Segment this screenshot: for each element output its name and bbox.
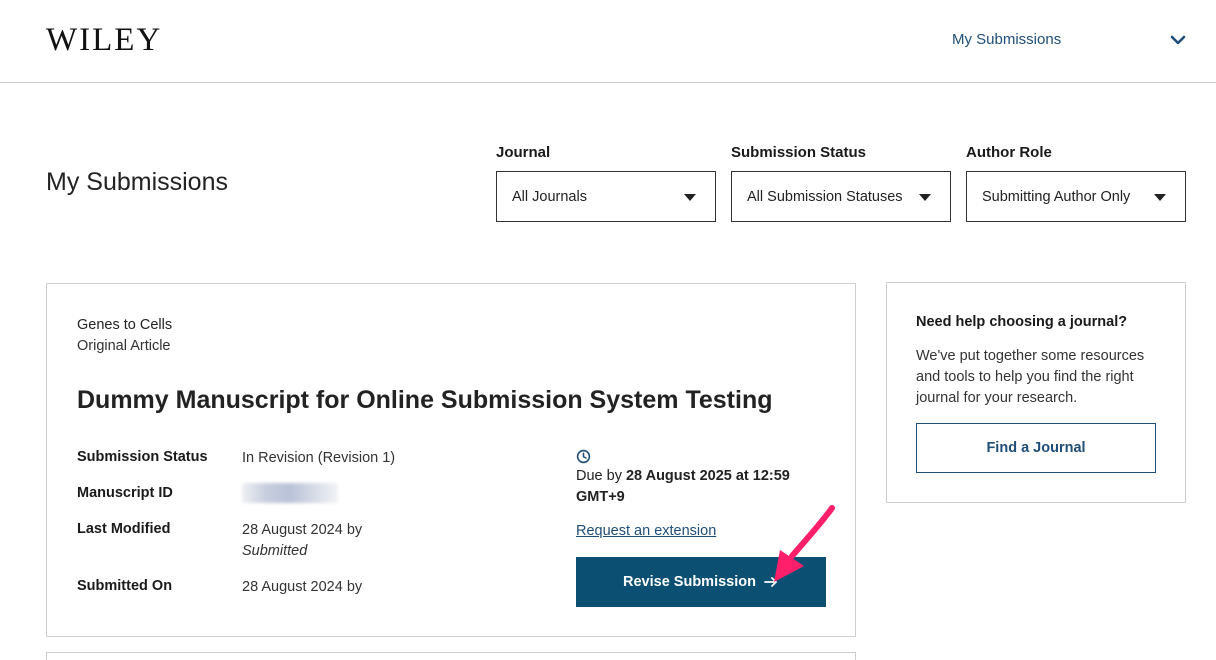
wiley-logo[interactable]: WILEY	[46, 22, 162, 59]
find-a-journal-button[interactable]: Find a Journal	[916, 423, 1156, 473]
last-modified-by: Submitted	[242, 543, 308, 559]
status-filter-value: All Submission Statuses	[747, 189, 903, 205]
help-title: Need help choosing a journal?	[916, 314, 1128, 330]
submitted-on-value: 28 August 2024 by	[242, 579, 363, 595]
clock-icon	[576, 449, 591, 464]
article-type: Original Article	[77, 338, 171, 354]
status-filter-select[interactable]: All Submission Statuses	[731, 171, 951, 222]
top-bar: WILEY My Submissions	[0, 0, 1216, 83]
role-filter-select[interactable]: Submitting Author Only	[966, 171, 1186, 222]
journal-help-card: Need help choosing a journal? We've put …	[886, 282, 1186, 503]
journal-filter-value: All Journals	[512, 189, 587, 205]
chevron-down-icon[interactable]	[1169, 31, 1187, 49]
help-body: We've put together some resources and to…	[916, 348, 1145, 406]
last-modified-date: 28 August 2024 by	[242, 522, 363, 538]
submitted-on-label: Submitted On	[77, 578, 173, 594]
manuscript-title: Dummy Manuscript for Online Submission S…	[77, 386, 773, 414]
next-submission-card	[46, 652, 856, 660]
caret-down-icon	[684, 194, 696, 201]
request-extension-link[interactable]: Request an extension	[576, 523, 716, 539]
revise-submission-button[interactable]: Revise Submission	[576, 557, 826, 607]
submission-status-value: In Revision (Revision 1)	[242, 450, 396, 466]
status-filter-label: Submission Status	[731, 144, 867, 161]
manuscript-id-label: Manuscript ID	[77, 485, 173, 501]
submission-card: Genes to Cells Original Article Dummy Ma…	[46, 283, 856, 637]
submission-status-label: Submission Status	[77, 449, 208, 465]
caret-down-icon	[919, 194, 931, 201]
page-title: My Submissions	[46, 168, 228, 196]
my-submissions-nav-link[interactable]: My Submissions	[952, 31, 1061, 48]
journal-filter-select[interactable]: All Journals	[496, 171, 716, 222]
last-modified-label: Last Modified	[77, 521, 171, 537]
arrow-right-icon	[764, 577, 777, 587]
due-date-text: Due by 28 August 2025 at 12:59 GMT+9	[576, 466, 806, 508]
journal-name: Genes to Cells	[77, 317, 173, 333]
manuscript-id-redacted	[242, 483, 338, 503]
journal-filter-label: Journal	[496, 144, 551, 161]
due-prefix: Due by	[576, 468, 626, 484]
role-filter-value: Submitting Author Only	[982, 189, 1131, 205]
last-modified-value: 28 August 2024 by Submitted	[242, 520, 362, 562]
role-filter-label: Author Role	[966, 144, 1052, 161]
revise-submission-label: Revise Submission	[623, 574, 756, 590]
find-a-journal-label: Find a Journal	[986, 440, 1086, 456]
caret-down-icon	[1154, 194, 1166, 201]
